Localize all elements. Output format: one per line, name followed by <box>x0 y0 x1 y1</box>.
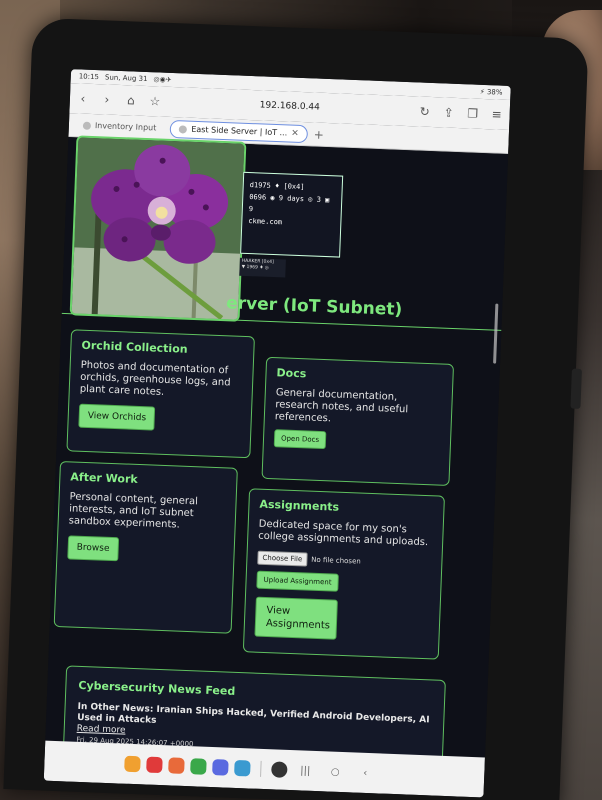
file-upload-row: Choose File No file chosen <box>257 550 431 572</box>
battery-indicator: ⚡ 38% <box>479 87 503 97</box>
app-contacts-icon[interactable] <box>168 757 185 774</box>
news-feed-title: Cybersecurity News Feed <box>78 678 236 698</box>
stats-line: ckme.com <box>248 217 283 227</box>
status-date: Sun, Aug 31 <box>104 73 148 84</box>
new-tab-icon[interactable]: + <box>313 127 324 141</box>
tablet-device: 10:15 Sun, Aug 31 ◎◉✈ ⚡ 38% ‹ › ⌂ ☆ 192.… <box>3 17 589 800</box>
view-orchids-button[interactable]: View Orchids <box>78 403 156 431</box>
card-title: Orchid Collection <box>81 338 188 356</box>
card-orchid-collection: Orchid Collection Photos and documentati… <box>66 329 255 459</box>
back-icon[interactable]: ‹ <box>76 91 91 106</box>
orchid-photo <box>69 135 247 322</box>
tablet-screen: 10:15 Sun, Aug 31 ◎◉✈ ⚡ 38% ‹ › ⌂ ☆ 192.… <box>43 69 511 798</box>
address-bar[interactable]: 192.168.0.44 <box>172 97 408 116</box>
view-assignments-button[interactable]: View Assignments <box>254 596 338 640</box>
share-icon[interactable]: ⇪ <box>441 105 456 120</box>
stats-widget: d1975 ♦ [0x4] 0696 ◉ 9 days ◎ 3 ▣ 9 ckme… <box>240 171 344 258</box>
card-description: General documentation, research notes, a… <box>274 387 409 425</box>
card-after-work: After Work Personal content, general int… <box>53 460 238 634</box>
app-browser-icon[interactable] <box>212 759 229 776</box>
page-title: erver (IoT Subnet) <box>225 293 403 320</box>
browse-button[interactable]: Browse <box>67 535 119 562</box>
card-docs: Docs General documentation, research not… <box>261 356 455 486</box>
card-title: Assignments <box>259 497 340 514</box>
home-button-icon[interactable]: ○ <box>323 766 347 778</box>
tab-inventory-input[interactable]: Inventory Input <box>75 117 165 135</box>
app-red-icon[interactable] <box>146 756 163 774</box>
scrollbar-thumb[interactable] <box>493 303 499 364</box>
file-status-label: No file chosen <box>311 555 361 566</box>
stats-mini-widget: HAAKER [0x4] ▼ 1969 ♦ ◎ <box>239 257 286 278</box>
app-calendar-icon[interactable] <box>234 759 251 777</box>
card-description: Dedicated space for my son's college ass… <box>258 518 429 549</box>
tablet-case-edge <box>570 368 582 409</box>
app-settings-icon[interactable] <box>271 761 288 778</box>
title-divider <box>61 312 502 331</box>
home-icon[interactable]: ⌂ <box>124 93 139 108</box>
back-nav-icon[interactable]: ‹ <box>353 767 377 779</box>
page-content: d1975 ♦ [0x4] 0696 ◉ 9 days ◎ 3 ▣ 9 ckme… <box>44 135 509 790</box>
tabs-icon[interactable]: ❐ <box>465 106 480 121</box>
stats-line: 0696 ◉ 9 days ◎ 3 ▣ 9 <box>248 193 330 214</box>
card-title: Docs <box>276 366 307 381</box>
forward-icon[interactable]: › <box>100 92 115 107</box>
app-folder-icon[interactable] <box>124 755 141 773</box>
bookmark-star-icon[interactable]: ☆ <box>148 94 163 109</box>
card-description: Photos and documentation of orchids, gre… <box>79 359 231 398</box>
orchid-icon <box>71 137 247 322</box>
menu-icon[interactable]: ≡ <box>489 107 504 122</box>
tab-favicon-icon <box>82 121 92 130</box>
recent-apps-icon[interactable]: ||| <box>293 765 317 777</box>
card-title: After Work <box>70 470 138 486</box>
status-icons: ◎◉✈ <box>153 75 172 84</box>
app-green-icon[interactable] <box>190 758 207 775</box>
card-description: Personal content, general interests, and… <box>68 491 199 531</box>
taskbar-divider <box>260 760 262 777</box>
open-docs-button[interactable]: Open Docs <box>273 429 327 450</box>
status-time: 10:15 <box>78 72 100 82</box>
close-tab-icon[interactable]: ✕ <box>291 128 299 138</box>
reload-icon[interactable]: ↻ <box>417 104 432 119</box>
tab-favicon-icon <box>179 124 188 134</box>
choose-file-button[interactable]: Choose File <box>257 550 308 567</box>
card-assignments: Assignments Dedicated space for my son's… <box>242 488 445 660</box>
